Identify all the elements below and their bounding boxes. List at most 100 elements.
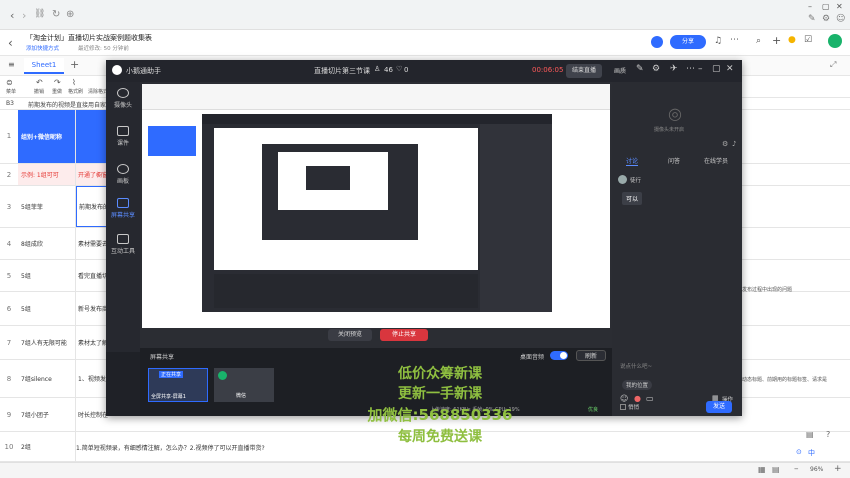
tab-discussion[interactable]: 讨论 xyxy=(626,156,639,166)
cell-b[interactable]: 开通了橱窗 xyxy=(76,164,108,185)
settings-icon[interactable]: ⚙ xyxy=(822,14,830,24)
mic-icon[interactable]: ♪ xyxy=(732,140,736,148)
expand-icon[interactable]: ⤢ xyxy=(830,60,836,70)
tab-qa[interactable]: 问答 xyxy=(668,156,680,165)
cell-a[interactable]: 5组菲菲 xyxy=(18,186,76,227)
back-arrow-icon[interactable]: ‹ xyxy=(8,36,13,50)
zoom-level[interactable]: 96% xyxy=(810,466,823,473)
private-checkbox[interactable] xyxy=(620,404,626,410)
sidebar-item-courseware[interactable]: 课件 xyxy=(108,126,138,147)
share-button[interactable]: 分享 xyxy=(670,35,706,49)
cell-a[interactable]: 7组silence xyxy=(18,360,76,397)
cell-b-long[interactable]: 1.简单短视频录，有细感情注解，怎么办？2.视频停了可以开直播带货? xyxy=(76,443,265,452)
cell-ref[interactable]: B3 xyxy=(6,100,14,107)
tab-online-students[interactable]: 在线学员 xyxy=(704,156,728,165)
doc-side-icon[interactable]: ▤ xyxy=(806,430,814,439)
zoom-in[interactable]: + xyxy=(834,464,842,474)
globe-icon[interactable]: ⊕ xyxy=(66,9,74,20)
user-avatar[interactable] xyxy=(828,34,842,48)
cell-b[interactable]: 看完直播切片 xyxy=(76,260,108,291)
gear-icon[interactable]: ⚙ xyxy=(652,64,660,74)
sidebar-item-interactive-tools[interactable]: 互动工具 xyxy=(108,234,138,255)
add-sheet-icon[interactable]: + xyxy=(70,58,79,71)
plus-icon[interactable]: + xyxy=(772,34,781,47)
forward-icon[interactable]: › xyxy=(22,9,26,22)
star-icon[interactable]: ☆ xyxy=(142,32,149,41)
menu-icon[interactable]: ⊜ xyxy=(6,78,13,87)
folder-small-icon[interactable]: ▭ xyxy=(646,394,654,403)
input-method-lang[interactable]: 中 xyxy=(808,448,815,458)
add-shortcut-link[interactable]: 添加快捷方式 xyxy=(26,44,59,52)
close-icon[interactable]: ✕ xyxy=(726,64,734,74)
cell-a[interactable]: 示例: 1组可可 xyxy=(18,164,76,185)
avatar[interactable] xyxy=(651,36,663,48)
stop-share-button[interactable]: 停止共享 xyxy=(380,329,428,341)
help-icon[interactable]: ? xyxy=(826,430,830,439)
cell-b[interactable]: 新号发布商 xyxy=(76,292,108,325)
grid-view-icon[interactable]: ▦ xyxy=(758,465,766,474)
undo-label[interactable]: 撤销 xyxy=(34,88,44,95)
settings-small-icon[interactable]: ⚙ xyxy=(722,140,728,148)
menu-label[interactable]: 菜单 xyxy=(6,88,16,95)
sheet-list-icon[interactable]: ≡ xyxy=(8,60,15,69)
cell-b[interactable]: 时长控制在 xyxy=(76,398,108,431)
link-icon[interactable]: ⛓ xyxy=(34,9,45,19)
quality-select[interactable]: 画质 xyxy=(614,66,626,75)
cell-a[interactable]: 8组成欣 xyxy=(18,228,76,259)
cell-b[interactable]: 素材太了解 xyxy=(76,326,108,359)
window-close[interactable]: ✕ xyxy=(836,2,843,11)
cell-a[interactable]: 组别+微信昵称 xyxy=(18,110,76,163)
undo-icon[interactable]: ↶ xyxy=(36,78,43,87)
chat-input[interactable]: 说点什么吧~ xyxy=(620,362,652,370)
redo-icon[interactable]: ↷ xyxy=(54,78,61,87)
my-position-button[interactable]: 我的位置 xyxy=(622,380,653,390)
cell-a[interactable]: 5组 xyxy=(18,260,76,291)
cell-b[interactable]: 1、视频发布 xyxy=(76,360,108,397)
pen-icon[interactable]: ✎ xyxy=(808,14,816,24)
emoji-icon[interactable]: ☺ xyxy=(620,394,628,403)
refresh-button[interactable]: 刷新 xyxy=(576,350,606,361)
cell-a[interactable]: 2组 xyxy=(18,432,76,461)
redo-label[interactable]: 重做 xyxy=(52,88,62,95)
sidebar-item-screen-share[interactable]: 屏幕共享 xyxy=(108,198,138,219)
list-view-icon[interactable]: ▤ xyxy=(772,465,780,474)
cell-a[interactable]: 5组 xyxy=(18,292,76,325)
camera-icon xyxy=(117,88,129,98)
more-icon[interactable]: ⋯ xyxy=(730,35,739,45)
checkbox-icon[interactable]: ☑ xyxy=(804,35,812,45)
format-painter-icon[interactable]: ⌇ xyxy=(72,78,76,87)
gift-icon[interactable]: ● xyxy=(634,394,641,403)
edit-icon[interactable]: ✎ xyxy=(636,64,644,74)
account-icon[interactable]: ☺ xyxy=(836,14,845,24)
zoom-out[interactable]: – xyxy=(794,464,799,474)
close-preview-button[interactable]: 关闭预览 xyxy=(328,329,372,341)
back-icon[interactable]: ‹ xyxy=(10,9,14,22)
share-thumb-fullscreen[interactable]: 正在共享 全屏共享-屏幕1 xyxy=(148,368,208,402)
sidebar-item-camera[interactable]: 摄像头 xyxy=(108,88,138,109)
end-live-button[interactable]: 结束直播 xyxy=(566,64,602,78)
send-button[interactable]: 发送 xyxy=(706,401,732,413)
input-method-icon[interactable]: ⊙ xyxy=(796,448,802,456)
pin-icon[interactable]: ✈ xyxy=(670,64,678,74)
format-painter-label[interactable]: 格式刷 xyxy=(68,88,83,95)
cell-b[interactable]: 前期发布的 xyxy=(76,186,108,227)
lightbulb-icon[interactable]: ● xyxy=(788,35,796,45)
search-icon[interactable]: ⌕ xyxy=(756,36,761,46)
cell-a[interactable]: 7组人有无限可能 xyxy=(18,326,76,359)
desktop-audio-toggle[interactable] xyxy=(550,351,568,360)
cell-a[interactable]: 7组小团子 xyxy=(18,398,76,431)
more-options-icon[interactable]: ⋯ xyxy=(686,64,695,74)
minimize-icon[interactable]: – xyxy=(698,64,703,74)
share-thumb-wechat[interactable]: 微信 xyxy=(214,368,274,402)
window-minimize[interactable]: – xyxy=(808,2,812,11)
tab-sheet1[interactable]: Sheet1 xyxy=(24,58,64,74)
clear-format-label[interactable]: 清除格式 xyxy=(88,88,108,95)
cell-b[interactable]: 素材需要去 xyxy=(76,228,108,259)
reload-icon[interactable]: ↻ xyxy=(52,9,60,20)
bell-icon[interactable]: ♫ xyxy=(714,36,722,46)
cell-b[interactable] xyxy=(76,110,108,163)
window-maximize[interactable]: ▢ xyxy=(822,2,830,11)
sidebar-item-whiteboard[interactable]: 画板 xyxy=(108,164,138,185)
maximize-icon[interactable]: ▢ xyxy=(712,64,721,74)
doc-title[interactable]: 「淘金计划」直播切片实战案例题收集表 xyxy=(26,33,152,43)
